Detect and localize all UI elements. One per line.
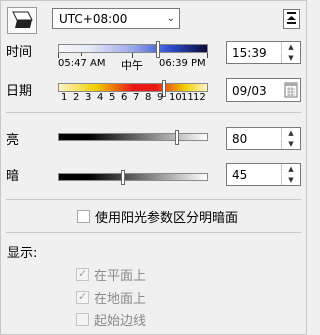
spin-up-icon[interactable]: ▲ <box>281 164 300 174</box>
sunset-label: 06:39 PM <box>159 58 206 69</box>
month-label: 11 <box>181 92 194 103</box>
month-label: 9 <box>157 92 164 103</box>
month-label: 3 <box>85 92 92 103</box>
sunrise-label: 05:47 AM <box>58 58 106 69</box>
month-label: 12 <box>193 92 206 103</box>
from-edges-checkbox[interactable] <box>76 313 89 326</box>
month-label: 4 <box>97 92 104 103</box>
date-spinbox[interactable]: 09/03 <box>226 78 301 102</box>
dark-label: 暗 <box>6 169 20 184</box>
light-label: 亮 <box>6 133 20 148</box>
collapse-panel-button[interactable] <box>283 9 300 29</box>
shadow-icon <box>12 11 33 28</box>
divider <box>6 199 301 200</box>
noon-label: 中午 <box>121 59 143 72</box>
display-section-label: 显示: <box>7 246 38 261</box>
on-ground-label[interactable]: 在地面上 <box>94 288 146 307</box>
month-label: 6 <box>121 92 128 103</box>
month-label: 8 <box>145 92 152 103</box>
divider <box>6 232 301 233</box>
spin-down-icon[interactable]: ▼ <box>281 139 300 149</box>
time-slider-thumb[interactable] <box>155 41 160 58</box>
spin-down-icon[interactable]: ▼ <box>281 175 300 185</box>
spin-up-icon[interactable]: ▲ <box>281 128 300 138</box>
chevron-down-icon: ⌄ <box>166 13 175 24</box>
month-label: 5 <box>109 92 116 103</box>
time-value: 15:39 <box>232 46 267 60</box>
use-sun-for-shading-label[interactable]: 使用阳光参数区分明暗面 <box>95 207 238 226</box>
timezone-value: UTC+08:00 <box>59 12 128 26</box>
month-label: 1 <box>61 92 68 103</box>
dark-value: 45 <box>232 168 248 182</box>
dark-slider-thumb[interactable] <box>121 170 125 185</box>
spin-down-icon[interactable]: ▼ <box>281 53 300 63</box>
calendar-icon[interactable] <box>284 81 298 99</box>
dark-slider-track[interactable] <box>58 173 208 181</box>
timezone-dropdown[interactable]: UTC+08:00 ⌄ <box>52 8 180 29</box>
light-slider-thumb[interactable] <box>175 130 179 145</box>
use-sun-for-shading-checkbox[interactable] <box>77 210 90 223</box>
on-faces-checkbox[interactable]: ✓ <box>76 267 89 281</box>
time-slider-track[interactable] <box>58 44 208 53</box>
on-ground-checkbox[interactable]: ✓ <box>76 290 89 304</box>
shadows-toggle-button[interactable] <box>7 7 37 34</box>
collapse-icon <box>287 12 296 24</box>
spin-up-icon[interactable]: ▲ <box>281 42 300 52</box>
month-label: 10 <box>169 92 182 103</box>
month-scale: 1 2 3 4 5 6 7 8 9 10 11 12 <box>61 92 211 104</box>
on-faces-label[interactable]: 在平面上 <box>94 265 146 284</box>
date-slider-track[interactable] <box>58 83 208 92</box>
light-spinbox[interactable]: 80 ▲ ▼ <box>226 127 301 150</box>
month-label: 2 <box>73 92 80 103</box>
time-label: 时间 <box>6 45 33 60</box>
date-label: 日期 <box>6 84 33 99</box>
light-slider-track[interactable] <box>58 133 208 141</box>
from-edges-label[interactable]: 起始边线 <box>94 310 146 329</box>
light-value: 80 <box>232 132 248 146</box>
time-spinbox[interactable]: 15:39 ▲ ▼ <box>226 41 301 64</box>
month-label: 7 <box>133 92 140 103</box>
dark-spinbox[interactable]: 45 ▲ ▼ <box>226 163 301 186</box>
divider <box>6 112 301 113</box>
date-value: 09/03 <box>232 84 267 98</box>
